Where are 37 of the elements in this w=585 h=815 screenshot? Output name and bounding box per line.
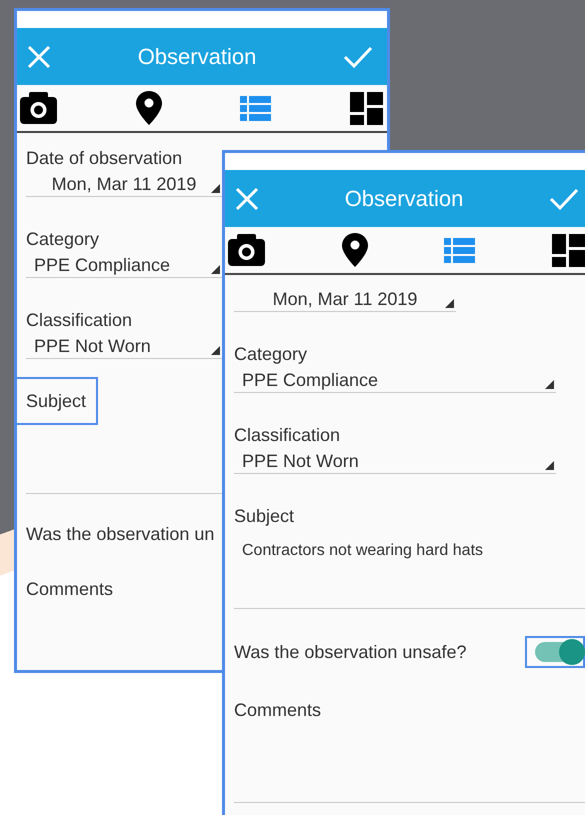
close-button[interactable] (27, 44, 51, 68)
field-label: Category (26, 228, 100, 251)
close-button[interactable] (235, 186, 259, 210)
confirm-button[interactable] (343, 44, 373, 68)
field-label: Classification (234, 424, 340, 447)
camera-icon[interactable] (228, 234, 265, 266)
check-icon (343, 44, 373, 68)
field-label: Subject (234, 505, 294, 528)
field-label: Comments (26, 578, 114, 601)
dropdown-field[interactable]: PPE Compliance (234, 368, 556, 393)
close-icon (235, 186, 259, 210)
field-label: Was the observation unsafe? (234, 641, 466, 664)
field-label: Classification (26, 309, 132, 332)
list-icon[interactable] (240, 96, 272, 120)
text-area[interactable]: Contractors not wearing hard hats (234, 530, 585, 609)
list-icon[interactable] (444, 238, 476, 262)
camera-icon[interactable] (20, 92, 57, 124)
field-label: Was the observation un (26, 523, 214, 546)
screen-title: Observation (344, 185, 464, 213)
field-label: Date of observation (26, 147, 182, 170)
grid-icon[interactable] (552, 234, 585, 266)
screen-title: Observation (138, 43, 256, 71)
toggle-switch[interactable] (525, 636, 585, 668)
location-pin-icon[interactable] (342, 233, 368, 267)
field-label: Category (234, 343, 308, 366)
date-field[interactable]: Mon, Mar 11 2019 (234, 287, 456, 312)
dropdown-field[interactable]: PPE Not Worn (234, 449, 556, 474)
field-label: Subject (17, 377, 98, 425)
field-label: Comments (234, 699, 322, 722)
dropdown-arrow-icon (545, 461, 554, 470)
grid-icon[interactable] (350, 92, 383, 124)
close-icon (27, 44, 51, 68)
confirm-button[interactable] (549, 186, 579, 210)
location-pin-icon[interactable] (136, 91, 162, 125)
dropdown-arrow-icon (445, 299, 454, 308)
check-icon (549, 186, 579, 210)
dropdown-arrow-icon (545, 380, 554, 389)
